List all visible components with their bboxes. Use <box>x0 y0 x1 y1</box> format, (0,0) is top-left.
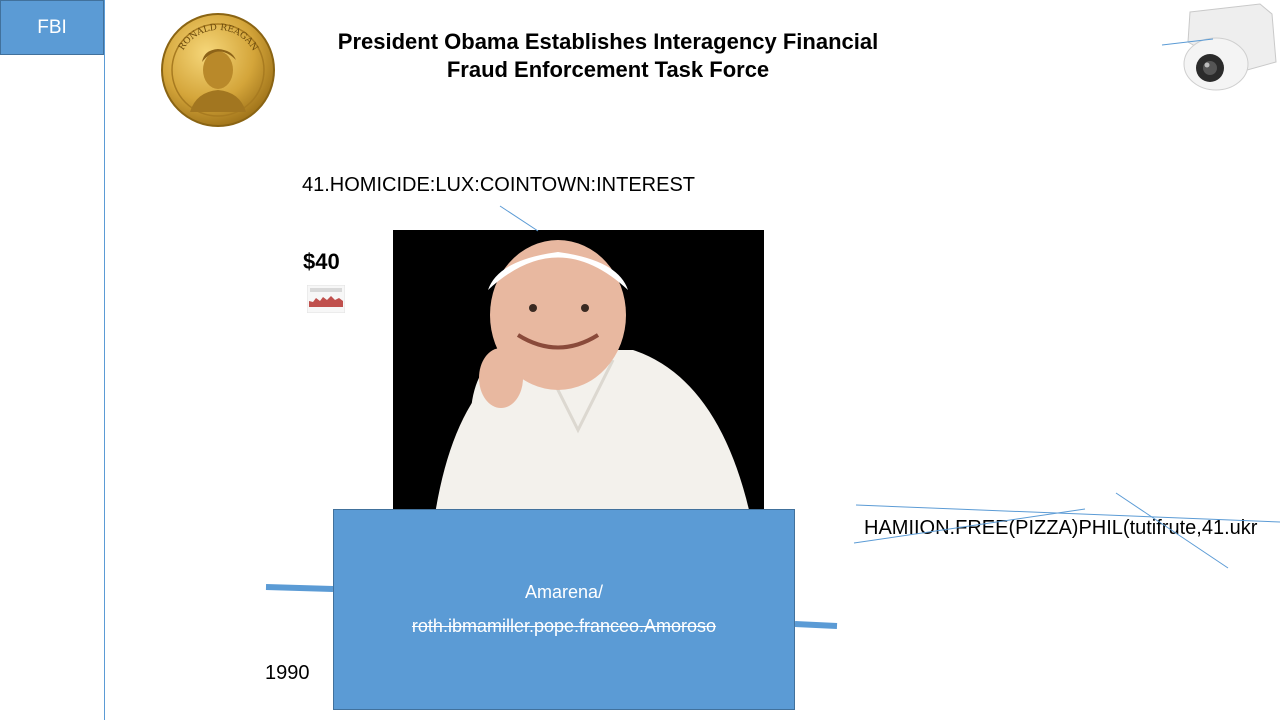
text-box-line-2: roth.ibmamiller.pope.franceo.Amoroso <box>411 616 717 636</box>
fbi-tab-label: FBI <box>37 16 67 38</box>
connector-line <box>794 621 838 629</box>
coin-portrait-icon: RONALD REAGAN <box>161 13 275 127</box>
page-title: President Obama Establishes Interagency … <box>290 28 926 84</box>
title-line-2: Fraud Enforcement Task Force <box>446 57 770 82</box>
left-divider <box>104 0 105 720</box>
hamilton-label: HAMIION.FREE(PIZZA)PHIL(tutifrute,41.ukr <box>864 517 1258 539</box>
title-line-1: President Obama Establishes Interagency … <box>337 29 879 54</box>
pope-photo <box>393 230 764 528</box>
connector-line <box>265 584 334 592</box>
mini-chart-thumbnail <box>307 285 345 313</box>
text-box-content: Amarena/ roth.ibmamiller.pope.franceo.Am… <box>333 575 795 643</box>
price-label: $40 <box>303 249 340 274</box>
fbi-tab[interactable]: FBI <box>0 0 104 55</box>
homicide-label: 41.HOMICIDE:LUX:COINTOWN:INTEREST <box>302 174 696 196</box>
year-label: 1990 <box>265 662 310 684</box>
security-camera-icon <box>1183 3 1277 91</box>
text-box-line-1: Amarena/ <box>524 582 604 602</box>
connector-line <box>499 205 539 232</box>
